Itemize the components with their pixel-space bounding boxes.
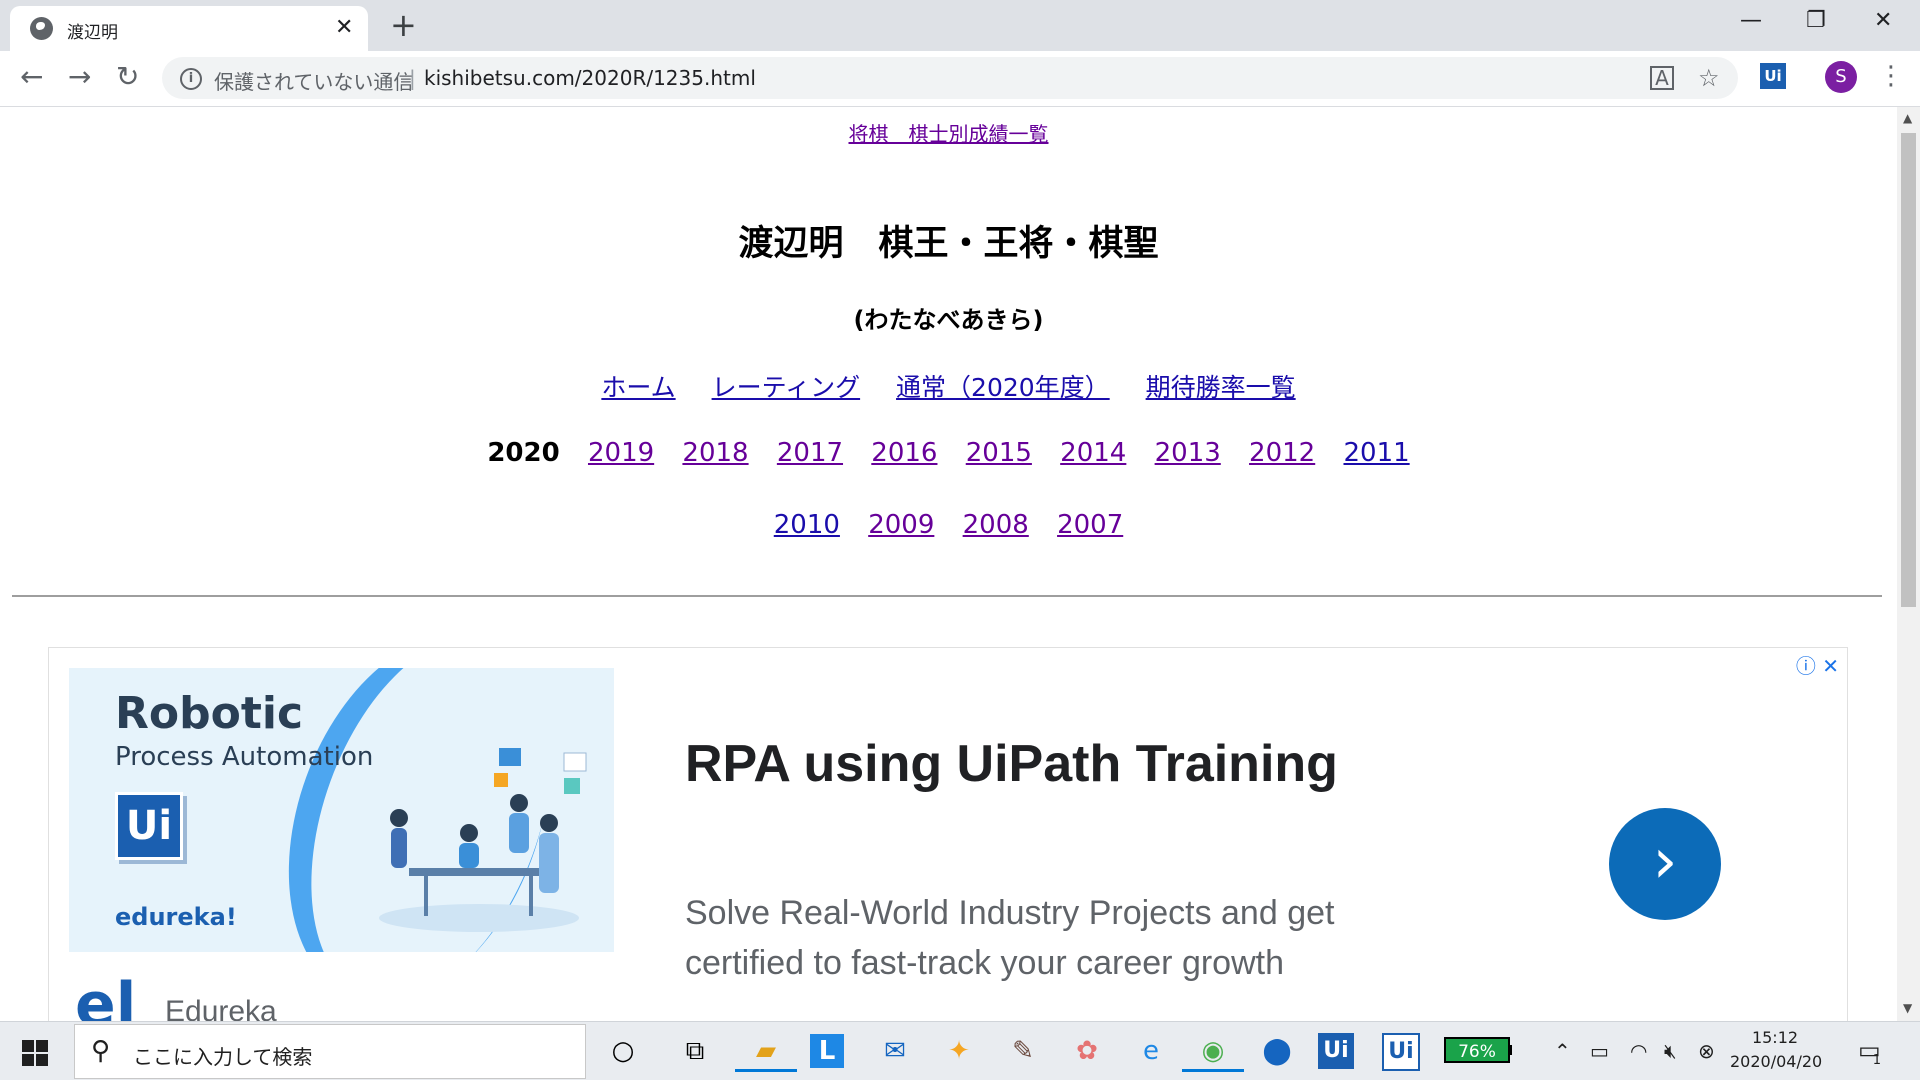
scroll-down-arrow-icon[interactable]: ▼ <box>1903 1001 1912 1015</box>
uipath-extension-icon[interactable]: Ui <box>1760 63 1786 89</box>
year-link[interactable]: 2007 <box>1057 510 1123 540</box>
back-button[interactable]: ← <box>20 60 43 94</box>
bookmark-star-icon[interactable]: ☆ <box>1698 63 1720 93</box>
minimize-button[interactable]: — <box>1740 4 1762 38</box>
nav-links: ホーム レーティング 通常（2020年度） 期待勝率一覧 <box>0 368 1897 404</box>
year-link[interactable]: 2014 <box>1060 438 1126 468</box>
advertisement[interactable]: ⓘ ✕ Robotic Process Automation Ui edurek… <box>48 647 1848 1021</box>
page-content: 将棋 棋士別成績一覧 渡辺明 棋王・王将・棋聖 (わたなべあきら) ホーム レー… <box>0 107 1897 1021</box>
year-link[interactable]: 2012 <box>1249 438 1315 468</box>
address-bar[interactable]: i 保護されていない通信 | kishibetsu.com/2020R/1235… <box>162 57 1738 99</box>
battery-indicator[interactable]: 76% <box>1444 1037 1512 1063</box>
ad-image[interactable]: Robotic Process Automation Ui edureka! <box>69 668 614 952</box>
nav-expected-win-rate[interactable]: 期待勝率一覧 <box>1146 373 1296 402</box>
tab-close-button[interactable]: ✕ <box>335 13 353 43</box>
omnibox-separator: | <box>409 66 416 90</box>
ad-advertiser-name[interactable]: Edureka <box>165 995 277 1021</box>
year-link[interactable]: 2017 <box>777 438 843 468</box>
internet-explorer-icon[interactable]: e <box>1130 1030 1172 1072</box>
mail-icon[interactable]: ✉ <box>874 1030 916 1072</box>
new-tab-button[interactable]: + <box>390 8 417 42</box>
nav-normal-2020[interactable]: 通常（2020年度） <box>896 373 1110 402</box>
nav-rating[interactable]: レーティング <box>712 373 861 402</box>
reload-button[interactable]: ↻ <box>116 60 139 94</box>
browser-menu-icon[interactable]: ⋮ <box>1878 59 1904 93</box>
year-link[interactable]: 2011 <box>1343 438 1409 468</box>
system-clock[interactable]: 15:12 2020/04/20 <box>1730 1026 1823 1074</box>
task-view-icon[interactable]: ⧉ <box>674 1030 716 1072</box>
uipath-robot-icon[interactable]: Ui <box>1382 1033 1420 1071</box>
taskbar-search-placeholder: ここに入力して検索 <box>133 1045 313 1069</box>
top-link-row: 将棋 棋士別成績一覧 <box>0 118 1897 147</box>
current-year: 2020 <box>487 438 560 468</box>
security-status[interactable]: 保護されていない通信 <box>214 66 413 95</box>
year-link[interactable]: 2015 <box>966 438 1032 468</box>
profile-avatar[interactable]: S <box>1825 61 1857 93</box>
launcher-l-icon[interactable]: L <box>810 1034 844 1068</box>
chevron-up-icon[interactable]: ⌃ <box>1554 1037 1571 1065</box>
cortana-icon[interactable]: ○ <box>602 1030 644 1072</box>
notification-count: 1 <box>1872 1053 1881 1068</box>
year-link[interactable]: 2010 <box>774 510 840 540</box>
uipath-logo: Ui <box>115 792 183 860</box>
nav-home[interactable]: ホーム <box>601 373 675 402</box>
notification-icon[interactable]: ▭1 <box>1858 1036 1889 1068</box>
browser-toolbar: ← → ↻ i 保護されていない通信 | kishibetsu.com/2020… <box>0 51 1920 107</box>
chrome-icon[interactable]: ◉ <box>1182 1030 1244 1072</box>
ad-arrow-button[interactable]: › <box>1609 808 1721 920</box>
info-icon[interactable]: i <box>180 68 202 90</box>
translate-icon[interactable]: A <box>1650 66 1674 90</box>
paint-icon[interactable]: ✿ <box>1066 1030 1108 1072</box>
search-icon: ⚲ <box>91 1036 111 1066</box>
forward-button[interactable]: → <box>68 60 91 94</box>
windows-start-icon[interactable] <box>22 1040 48 1066</box>
year-link[interactable]: 2009 <box>868 510 934 540</box>
browser-tab[interactable]: 渡辺明 ✕ <box>10 6 368 51</box>
scroll-up-arrow-icon[interactable]: ▲ <box>1903 111 1912 125</box>
name-reading: (わたなべあきら) <box>853 306 1044 334</box>
year-links-row-1: 2020 2019 2018 2017 2016 2015 2014 2013 … <box>0 438 1897 468</box>
page-title: 渡辺明 棋王・王将・棋聖 <box>738 224 1159 264</box>
shogi-results-link[interactable]: 将棋 棋士別成績一覧 <box>849 122 1049 146</box>
notepad-app-icon[interactable]: ✎ <box>1002 1030 1044 1072</box>
wifi-icon[interactable]: ◠ <box>1630 1037 1647 1065</box>
taskbar-search[interactable]: ⚲ ここに入力して検索 <box>74 1024 586 1079</box>
restore-button[interactable]: ❐ <box>1806 4 1826 38</box>
url-text[interactable]: kishibetsu.com/2020R/1235.html <box>424 66 756 90</box>
tab-strip: 渡辺明 ✕ + — ❐ ✕ <box>0 0 1920 51</box>
no-sync-icon[interactable]: ⊗ <box>1698 1037 1715 1065</box>
tab-title: 渡辺明 <box>67 23 118 43</box>
volume-muted-icon[interactable]: 🔇︎ <box>1664 1037 1677 1065</box>
window-close-button[interactable]: ✕ <box>1874 4 1892 38</box>
ad-info-close-icon[interactable]: ⓘ ✕ <box>1796 650 1839 679</box>
windows-taskbar: ⚲ ここに入力して検索 ○ ⧉ ▰ L ✉ ✦ ✎ ✿ e ◉ ⬤ Ui Ui … <box>0 1021 1920 1080</box>
clock-time: 15:12 <box>1751 1028 1799 1047</box>
year-link[interactable]: 2018 <box>682 438 748 468</box>
ad-image-subtitle: Process Automation <box>115 742 374 772</box>
edureka-logo: edureka! <box>115 903 237 931</box>
maps-pin-icon[interactable]: ⬤ <box>1256 1030 1298 1072</box>
ad-description[interactable]: Solve Real-World Industry Projects and g… <box>685 888 1405 988</box>
edureka-small-logo: el <box>75 970 137 1021</box>
year-link[interactable]: 2019 <box>588 438 654 468</box>
ad-image-title: Robotic <box>115 688 304 739</box>
year-link[interactable]: 2008 <box>963 510 1029 540</box>
ad-headline[interactable]: RPA using UiPath Training <box>685 734 1338 794</box>
year-link[interactable]: 2013 <box>1155 438 1221 468</box>
scroll-thumb[interactable] <box>1901 133 1916 607</box>
divider <box>12 595 1882 597</box>
globe-icon <box>30 17 53 40</box>
year-link[interactable]: 2016 <box>871 438 937 468</box>
app-fox-icon[interactable]: ✦ <box>938 1030 980 1072</box>
team-illustration <box>379 748 587 932</box>
uipath-studio-icon[interactable]: Ui <box>1318 1033 1354 1069</box>
battery-icon[interactable]: ▭ <box>1590 1037 1609 1065</box>
page-scrollbar[interactable]: ▲ ▼ <box>1897 107 1920 1021</box>
file-explorer-icon[interactable]: ▰ <box>735 1030 797 1072</box>
clock-date: 2020/04/20 <box>1730 1052 1823 1071</box>
year-links-row-2: 2010 2009 2008 2007 <box>0 510 1897 540</box>
